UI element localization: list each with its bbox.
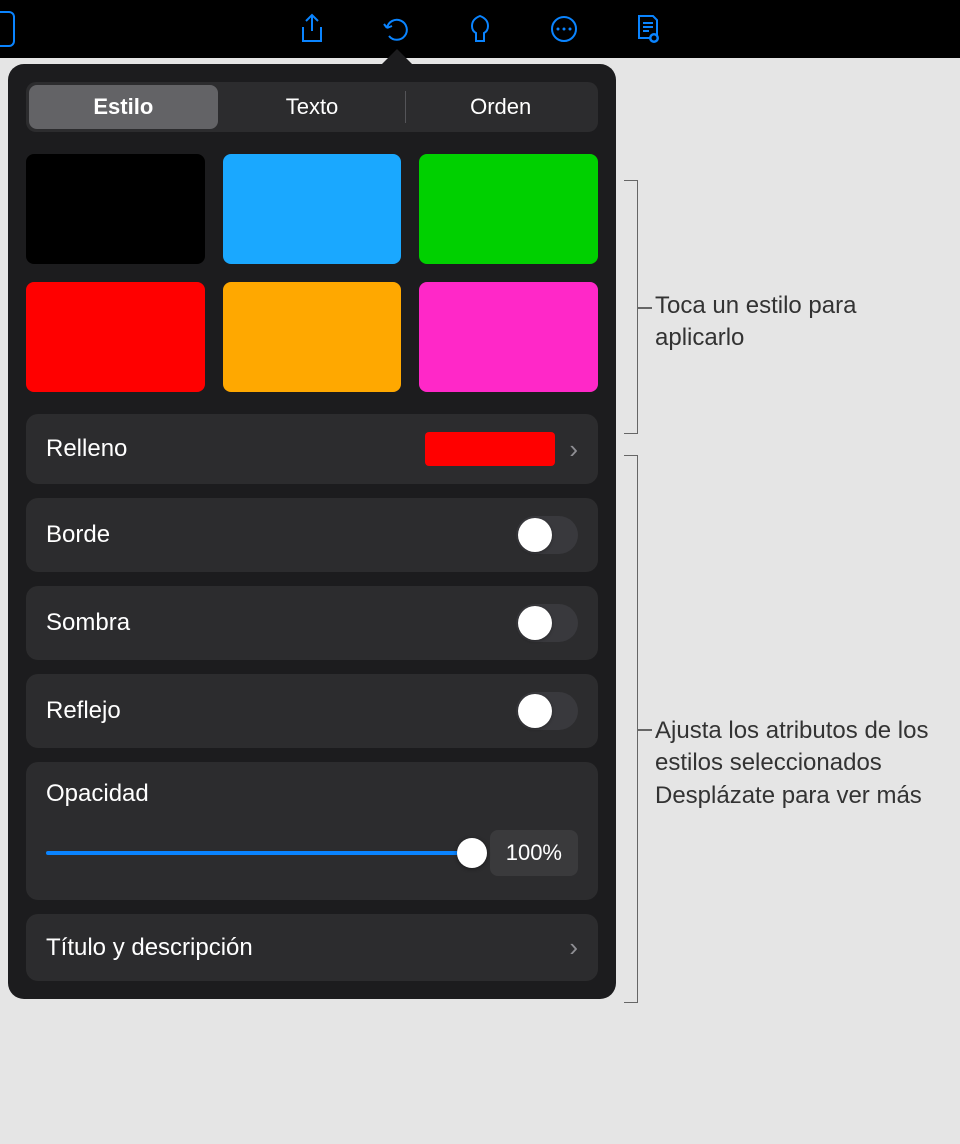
tab-arrange[interactable]: Orden (406, 85, 595, 129)
slider-thumb[interactable] (457, 838, 487, 868)
tab-text[interactable]: Texto (218, 85, 407, 129)
toggle-knob (518, 606, 552, 640)
reflection-row[interactable]: Reflejo (26, 674, 598, 748)
reflection-label: Reflejo (46, 697, 121, 725)
callout-bracket (624, 180, 638, 434)
document-mode-icon[interactable] (632, 13, 664, 45)
format-brush-icon[interactable] (464, 13, 496, 45)
callout-bracket (624, 455, 638, 1003)
style-swatch[interactable] (223, 154, 402, 264)
popover-arrow (381, 49, 413, 65)
title-description-row[interactable]: Título y descripción › (26, 914, 598, 981)
style-swatch[interactable] (223, 282, 402, 392)
border-row[interactable]: Borde (26, 498, 598, 572)
share-icon[interactable] (296, 13, 328, 45)
chevron-right-icon: › (569, 434, 578, 465)
more-icon[interactable] (548, 13, 580, 45)
segmented-control: Estilo Texto Orden (26, 82, 598, 132)
toggle-knob (518, 518, 552, 552)
fill-color-chip (425, 432, 555, 466)
style-swatch[interactable] (419, 282, 598, 392)
callout-style-tap: Toca un estilo para aplicarlo (655, 290, 935, 355)
callout-line (638, 729, 652, 731)
opacity-slider[interactable] (46, 851, 472, 855)
toggle-knob (518, 694, 552, 728)
opacity-row: Opacidad 100% (26, 762, 598, 900)
border-label: Borde (46, 521, 110, 549)
format-popover: Estilo Texto Orden Relleno › Borde (8, 64, 616, 999)
shadow-toggle[interactable] (516, 604, 578, 642)
opacity-value[interactable]: 100% (490, 830, 578, 876)
shadow-row[interactable]: Sombra (26, 586, 598, 660)
chevron-right-icon: › (569, 932, 578, 963)
undo-icon[interactable] (380, 13, 412, 45)
style-swatch[interactable] (26, 282, 205, 392)
opacity-label: Opacidad (46, 780, 578, 808)
style-swatch-grid (26, 154, 598, 392)
style-swatch[interactable] (419, 154, 598, 264)
border-toggle[interactable] (516, 516, 578, 554)
callout-line (638, 307, 652, 309)
tab-style[interactable]: Estilo (29, 85, 218, 129)
style-swatch[interactable] (26, 154, 205, 264)
callout-adjust: Ajusta los atributos de los estilos sele… (655, 715, 945, 812)
page-thumbnails-icon[interactable] (0, 11, 15, 47)
fill-label: Relleno (46, 435, 127, 463)
reflection-toggle[interactable] (516, 692, 578, 730)
title-description-label: Título y descripción (46, 934, 253, 962)
fill-row[interactable]: Relleno › (26, 414, 598, 484)
shadow-label: Sombra (46, 609, 130, 637)
